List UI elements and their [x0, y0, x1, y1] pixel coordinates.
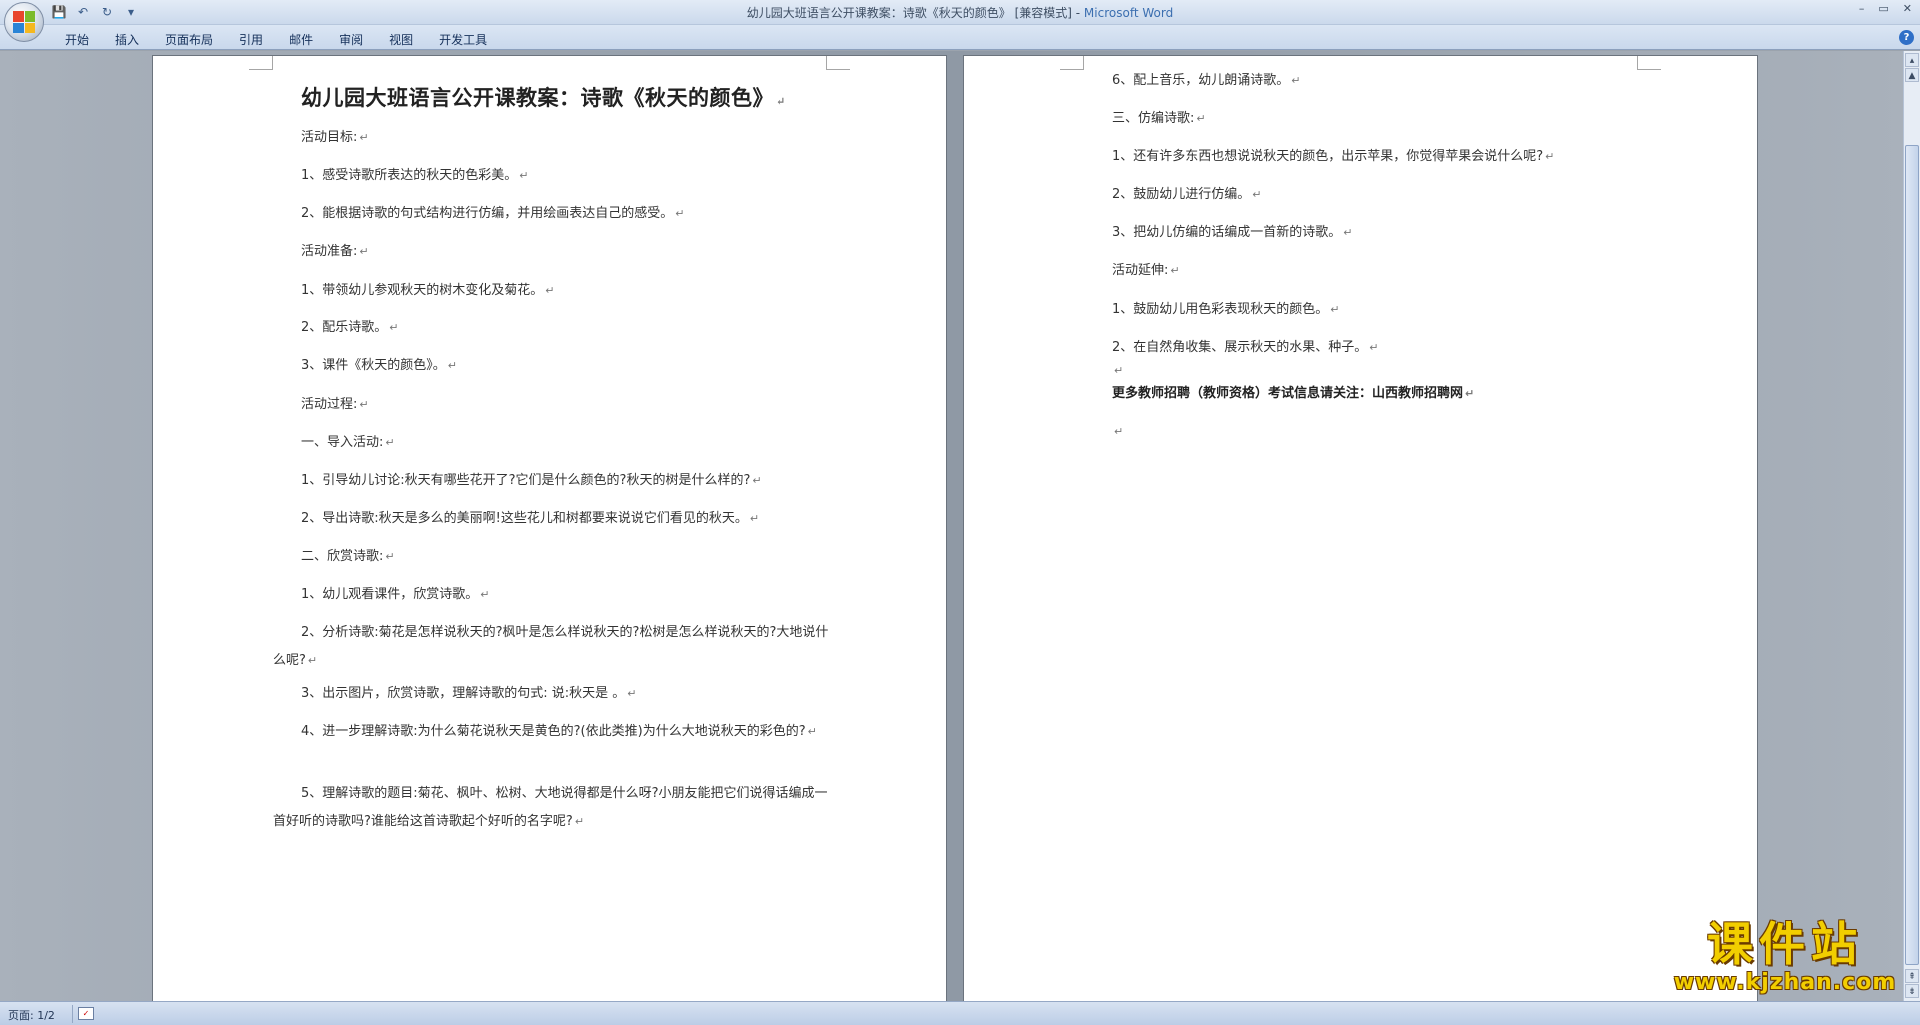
paragraph[interactable]: 活动准备: ↵ [301, 238, 369, 266]
margin-corner-mark [1637, 56, 1661, 70]
paragraph[interactable]: 4、进一步理解诗歌:为什么菊花说秋天是黄色的?(依此类推)为什么大地说秋天的彩色… [273, 718, 833, 746]
footer-note[interactable]: 更多教师招聘（教师资格）考试信息请关注：山西教师招聘网 ↵ [1112, 380, 1474, 408]
margin-corner-mark [249, 56, 273, 70]
next-page-icon[interactable]: ⇟ [1905, 984, 1919, 998]
document-title: 幼儿园大班语言公开课教案：诗歌《秋天的颜色》 [兼容模式] - [746, 6, 1084, 20]
paragraph[interactable]: 一、导入活动: ↵ [301, 429, 395, 457]
ribbon-tab-3[interactable]: 页面布局 [152, 29, 226, 50]
paragraph[interactable]: 2、配乐诗歌。 ↵ [301, 314, 399, 342]
page-2: 6、配上音乐，幼儿朗诵诗歌。 ↵ 三、仿编诗歌: ↵ 1、还有许多东西也想说说秋天的颜色… [963, 55, 1758, 1001]
paragraph[interactable]: 三、仿编诗歌: ↵ [1112, 105, 1206, 133]
title-bar: 💾 ↶ ↻ ▾ 幼儿园大班语言公开课教案：诗歌《秋天的颜色》 [兼容模式] - … [0, 0, 1920, 42]
ribbon-tab-list: 开始 插入 页面布局 引用 邮件 审阅 视图 开发工具 [52, 29, 500, 50]
scroll-up-icon[interactable]: ▲ [1905, 68, 1919, 82]
window-title: 幼儿园大班语言公开课教案：诗歌《秋天的颜色》 [兼容模式] - Microsof… [0, 4, 1920, 21]
ribbon-tabs: 开始 插入 页面布局 引用 邮件 审阅 视图 开发工具 ? [0, 25, 1920, 50]
paragraph[interactable]: 2、导出诗歌:秋天是多么的美丽啊!这些花儿和树都要来说说它们看见的秋天。 ↵ [301, 505, 759, 533]
document-heading[interactable]: 幼儿园大班语言公开课教案：诗歌《秋天的颜色》 ↵ [301, 82, 786, 112]
paragraph[interactable]: 2、鼓励幼儿进行仿编。 ↵ [1112, 181, 1262, 209]
ribbon-tab-8[interactable]: 开发工具 [426, 29, 500, 50]
proofing-icon[interactable]: ✓ [78, 1007, 94, 1020]
previous-page-icon[interactable]: ⇞ [1905, 969, 1919, 983]
page-count[interactable]: 页面: 1/2 [8, 1007, 55, 1023]
paragraph[interactable]: 3、课件《秋天的颜色》。 ↵ [301, 352, 457, 380]
margin-corner-mark [826, 56, 850, 70]
window-controls: – ▭ ✕ [1859, 2, 1912, 15]
page-1: 幼儿园大班语言公开课教案：诗歌《秋天的颜色》 ↵ 活动目标: ↵ 1、感受诗歌所表达的… [152, 55, 947, 1001]
paragraph[interactable]: 1、感受诗歌所表达的秋天的色彩美。 ↵ [301, 162, 529, 190]
vertical-scrollbar[interactable]: ▴ ▲ ⇞ ⇟ [1903, 51, 1920, 1001]
paragraph[interactable]: 5、理解诗歌的题目:菊花、枫叶、松树、大地说得都是什么呀?小朋友能把它们说得话编… [273, 780, 833, 836]
close-button[interactable]: ✕ [1903, 2, 1912, 15]
paragraph[interactable]: 活动延伸: ↵ [1112, 257, 1180, 285]
paragraph[interactable]: 1、鼓励幼儿用色彩表现秋天的颜色。 ↵ [1112, 296, 1340, 324]
paragraph[interactable]: 2、在自然角收集、展示秋天的水果、种子。 ↵ [1112, 334, 1379, 362]
paragraph[interactable]: 1、还有许多东西也想说说秋天的颜色，出示苹果，你觉得苹果会说什么呢? ↵ [1112, 143, 1554, 171]
paragraph[interactable]: 二、欣赏诗歌: ↵ [301, 543, 395, 571]
ribbon-tab-6[interactable]: 审阅 [326, 29, 376, 50]
ribbon-tab-4[interactable]: 引用 [226, 29, 276, 50]
watermark-logo: 课件站 www.kjzhan.com [1665, 918, 1905, 1002]
watermark-text: 课件站 [1707, 917, 1863, 971]
status-separator [72, 1005, 73, 1023]
office-logo-icon [13, 11, 35, 33]
watermark-url: www.kjzhan.com [1673, 970, 1897, 995]
paragraph[interactable]: 活动目标: ↵ [301, 124, 369, 152]
ribbon-tab-1[interactable]: 开始 [52, 29, 102, 50]
ribbon-tab-2[interactable]: 插入 [102, 29, 152, 50]
status-bar: 页面: 1/2 ✓ [0, 1001, 1920, 1025]
ribbon-tab-5[interactable]: 邮件 [276, 29, 326, 50]
paragraph[interactable]: 2、分析诗歌:菊花是怎样说秋天的?枫叶是怎么样说秋天的?松树是怎么样说秋天的?大… [273, 619, 833, 675]
margin-corner-mark [1060, 56, 1084, 70]
app-name: Microsoft Word [1083, 6, 1174, 20]
document-area: 幼儿园大班语言公开课教案：诗歌《秋天的颜色》 ↵ 活动目标: ↵ 1、感受诗歌所表达的… [0, 51, 1903, 1001]
paragraph[interactable]: 活动过程: ↵ [301, 391, 369, 419]
paragraph[interactable]: 1、带领幼儿参观秋天的树木变化及菊花。 ↵ [301, 277, 555, 305]
paragraph[interactable]: 3、把幼儿仿编的话编成一首新的诗歌。 ↵ [1112, 219, 1353, 247]
restore-button[interactable]: ▭ [1878, 2, 1888, 15]
paragraph[interactable]: 3、出示图片，欣赏诗歌，理解诗歌的句式: 说:秋天是 。 ↵ [301, 680, 637, 708]
ribbon-tab-7[interactable]: 视图 [376, 29, 426, 50]
paragraph[interactable]: 6、配上音乐，幼儿朗诵诗歌。 ↵ [1112, 67, 1301, 95]
paragraph[interactable]: 1、幼儿观看课件，欣赏诗歌。 ↵ [301, 581, 490, 609]
help-icon[interactable]: ? [1899, 30, 1914, 45]
paragraph[interactable]: 1、引导幼儿讨论:秋天有哪些花开了?它们是什么颜色的?秋天的树是什么样的? ↵ [301, 467, 762, 495]
office-button[interactable] [4, 2, 44, 42]
paragraph[interactable]: 2、能根据诗歌的句式结构进行仿编，并用绘画表达自己的感受。 ↵ [301, 200, 685, 228]
paragraph[interactable]: ↵ [1112, 418, 1123, 446]
ruler-toggle-icon[interactable]: ▴ [1905, 53, 1919, 67]
minimize-button[interactable]: – [1859, 2, 1865, 15]
scrollbar-thumb[interactable] [1905, 145, 1919, 965]
